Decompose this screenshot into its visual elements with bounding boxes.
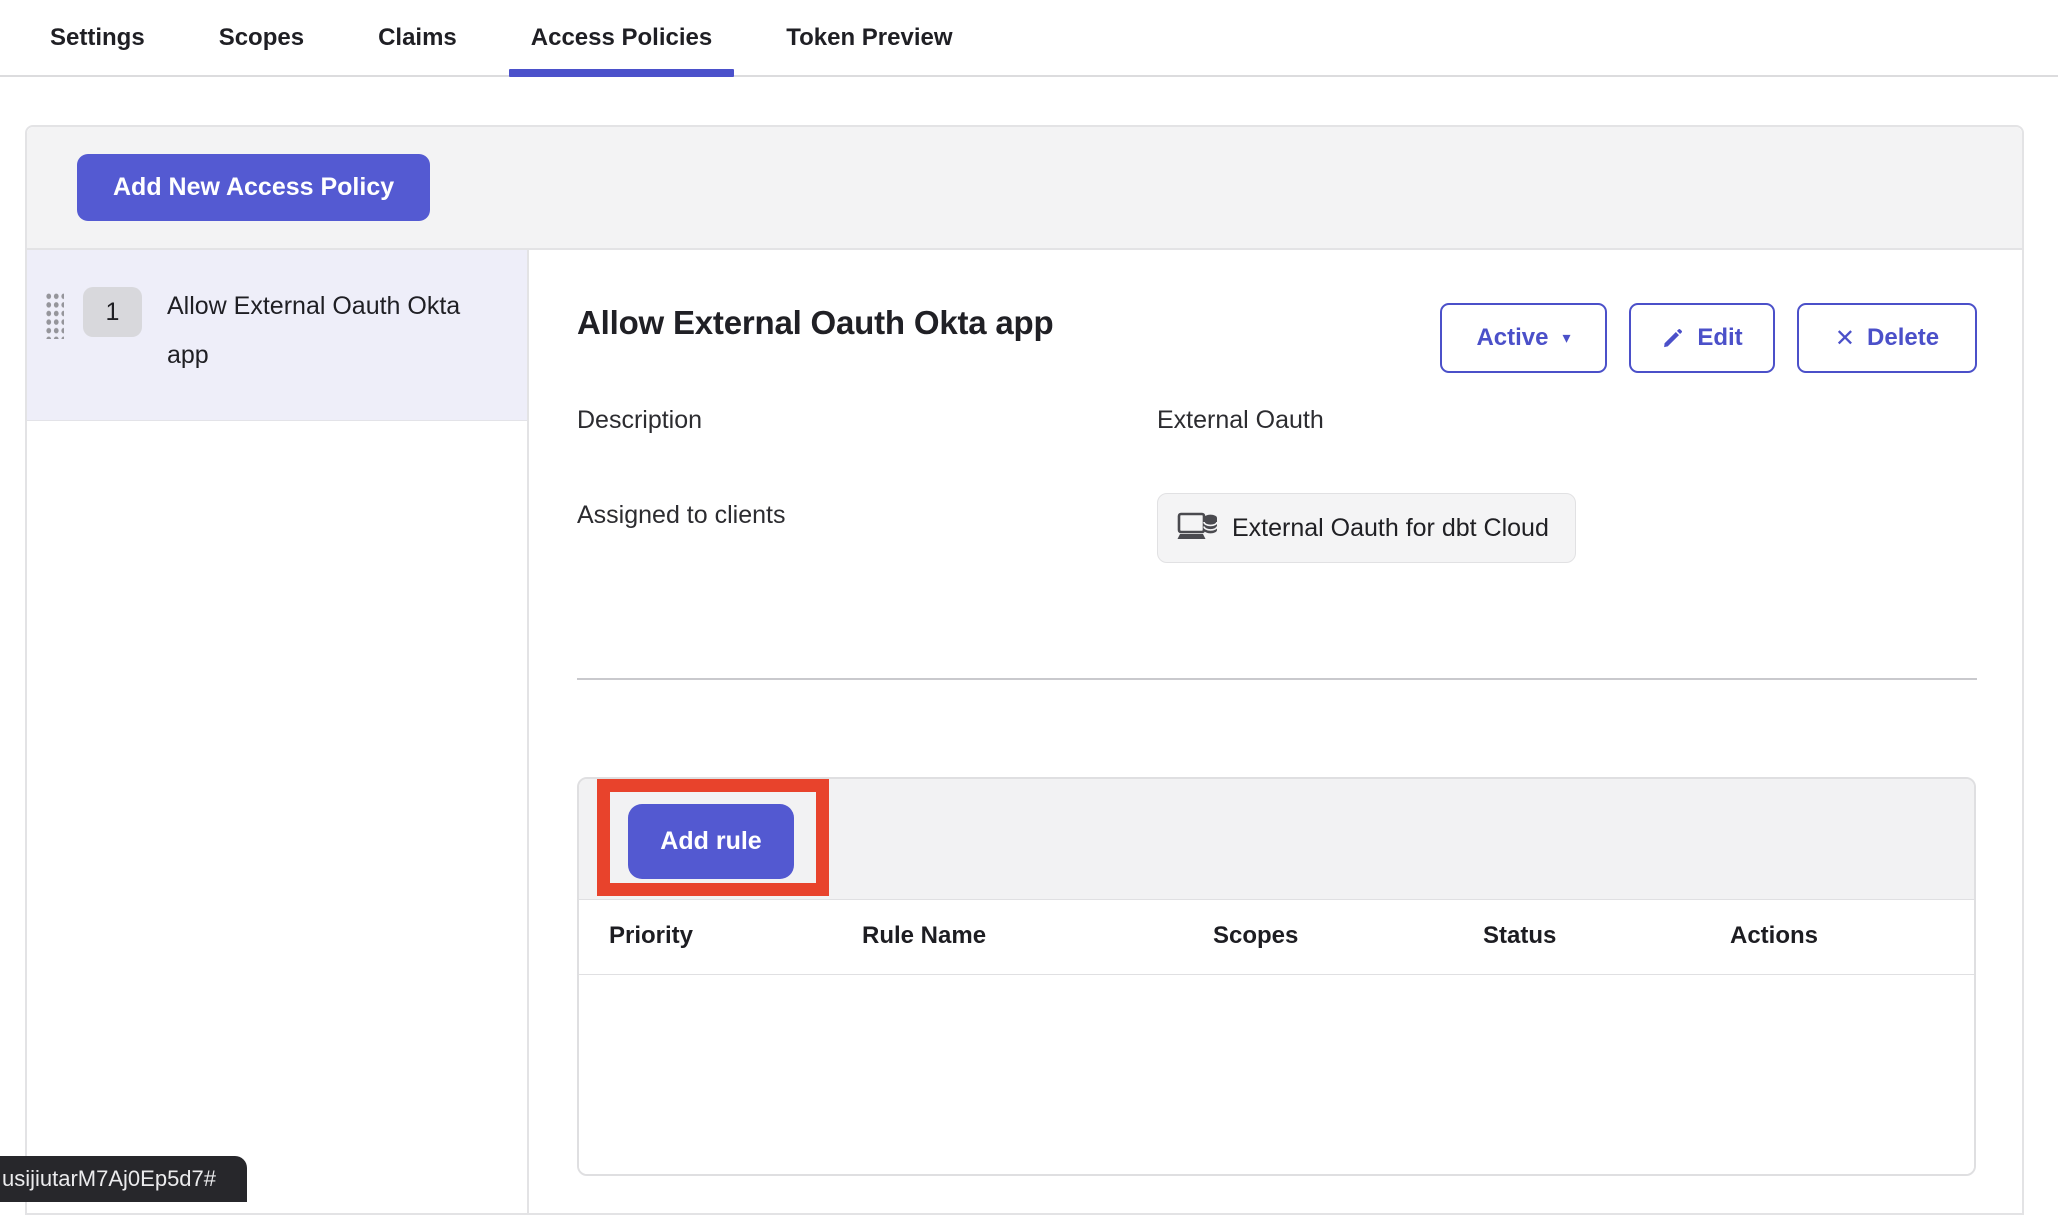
status-dropdown-label: Active bbox=[1476, 324, 1548, 352]
policy-list-sidebar: 1 Allow External Oauth Okta app bbox=[27, 250, 529, 1213]
tab-scopes[interactable]: Scopes bbox=[197, 0, 326, 75]
policy-detail-panel: Allow External Oauth Okta app Active ▾ E… bbox=[529, 250, 2022, 1213]
column-header-status: Status bbox=[1483, 922, 1556, 950]
status-dropdown-button[interactable]: Active ▾ bbox=[1440, 303, 1607, 373]
policy-list-item[interactable]: 1 Allow External Oauth Okta app bbox=[27, 250, 527, 421]
rules-table-header: Priority Rule Name Scopes Status Actions bbox=[579, 900, 1974, 975]
policy-action-buttons: Active ▾ Edit ✕ Delete bbox=[1440, 303, 1977, 373]
annotation-highlight: Add rule bbox=[597, 779, 829, 896]
chevron-down-icon: ▾ bbox=[1563, 328, 1571, 348]
tab-claims[interactable]: Claims bbox=[356, 0, 479, 75]
add-new-access-policy-button[interactable]: Add New Access Policy bbox=[77, 154, 430, 221]
access-policies-panel: Add New Access Policy 1 Allow External O… bbox=[25, 125, 2024, 1215]
client-app-icon bbox=[1176, 510, 1218, 546]
policy-title: Allow External Oauth Okta app bbox=[577, 304, 1053, 342]
rules-table-empty-body bbox=[579, 975, 1974, 1175]
description-label: Description bbox=[577, 406, 702, 435]
assigned-client-name: External Oauth for dbt Cloud bbox=[1232, 514, 1549, 543]
column-header-scopes: Scopes bbox=[1213, 922, 1298, 950]
assigned-to-clients-label: Assigned to clients bbox=[577, 501, 785, 530]
delete-x-icon: ✕ bbox=[1835, 324, 1855, 353]
edit-policy-button[interactable]: Edit bbox=[1629, 303, 1775, 373]
add-rule-button[interactable]: Add rule bbox=[628, 804, 794, 879]
tab-token-preview[interactable]: Token Preview bbox=[764, 0, 974, 75]
delete-button-label: Delete bbox=[1867, 324, 1939, 352]
rules-card: Add rule Priority Rule Name Scopes Statu… bbox=[577, 777, 1976, 1176]
column-header-actions: Actions bbox=[1730, 922, 1818, 950]
policy-priority-badge: 1 bbox=[83, 287, 142, 337]
edit-pencil-icon bbox=[1661, 326, 1685, 350]
delete-policy-button[interactable]: ✕ Delete bbox=[1797, 303, 1977, 373]
link-preview-tooltip: usijiutarM7Aj0Ep5d7# bbox=[0, 1156, 247, 1202]
description-value: External Oauth bbox=[1157, 406, 1324, 435]
tab-settings[interactable]: Settings bbox=[28, 0, 167, 75]
assigned-client-chip[interactable]: External Oauth for dbt Cloud bbox=[1157, 493, 1576, 563]
tab-bar: Settings Scopes Claims Access Policies T… bbox=[0, 0, 2058, 77]
edit-button-label: Edit bbox=[1697, 324, 1742, 352]
policies-toolbar: Add New Access Policy bbox=[27, 127, 2022, 250]
column-header-priority: Priority bbox=[609, 922, 693, 950]
column-header-rule-name: Rule Name bbox=[862, 922, 986, 950]
drag-handle-icon[interactable] bbox=[44, 291, 64, 339]
section-divider bbox=[577, 678, 1977, 680]
tab-access-policies[interactable]: Access Policies bbox=[509, 0, 734, 75]
rules-toolbar: Add rule bbox=[579, 779, 1974, 900]
policy-list-item-label: Allow External Oauth Okta app bbox=[167, 282, 467, 380]
